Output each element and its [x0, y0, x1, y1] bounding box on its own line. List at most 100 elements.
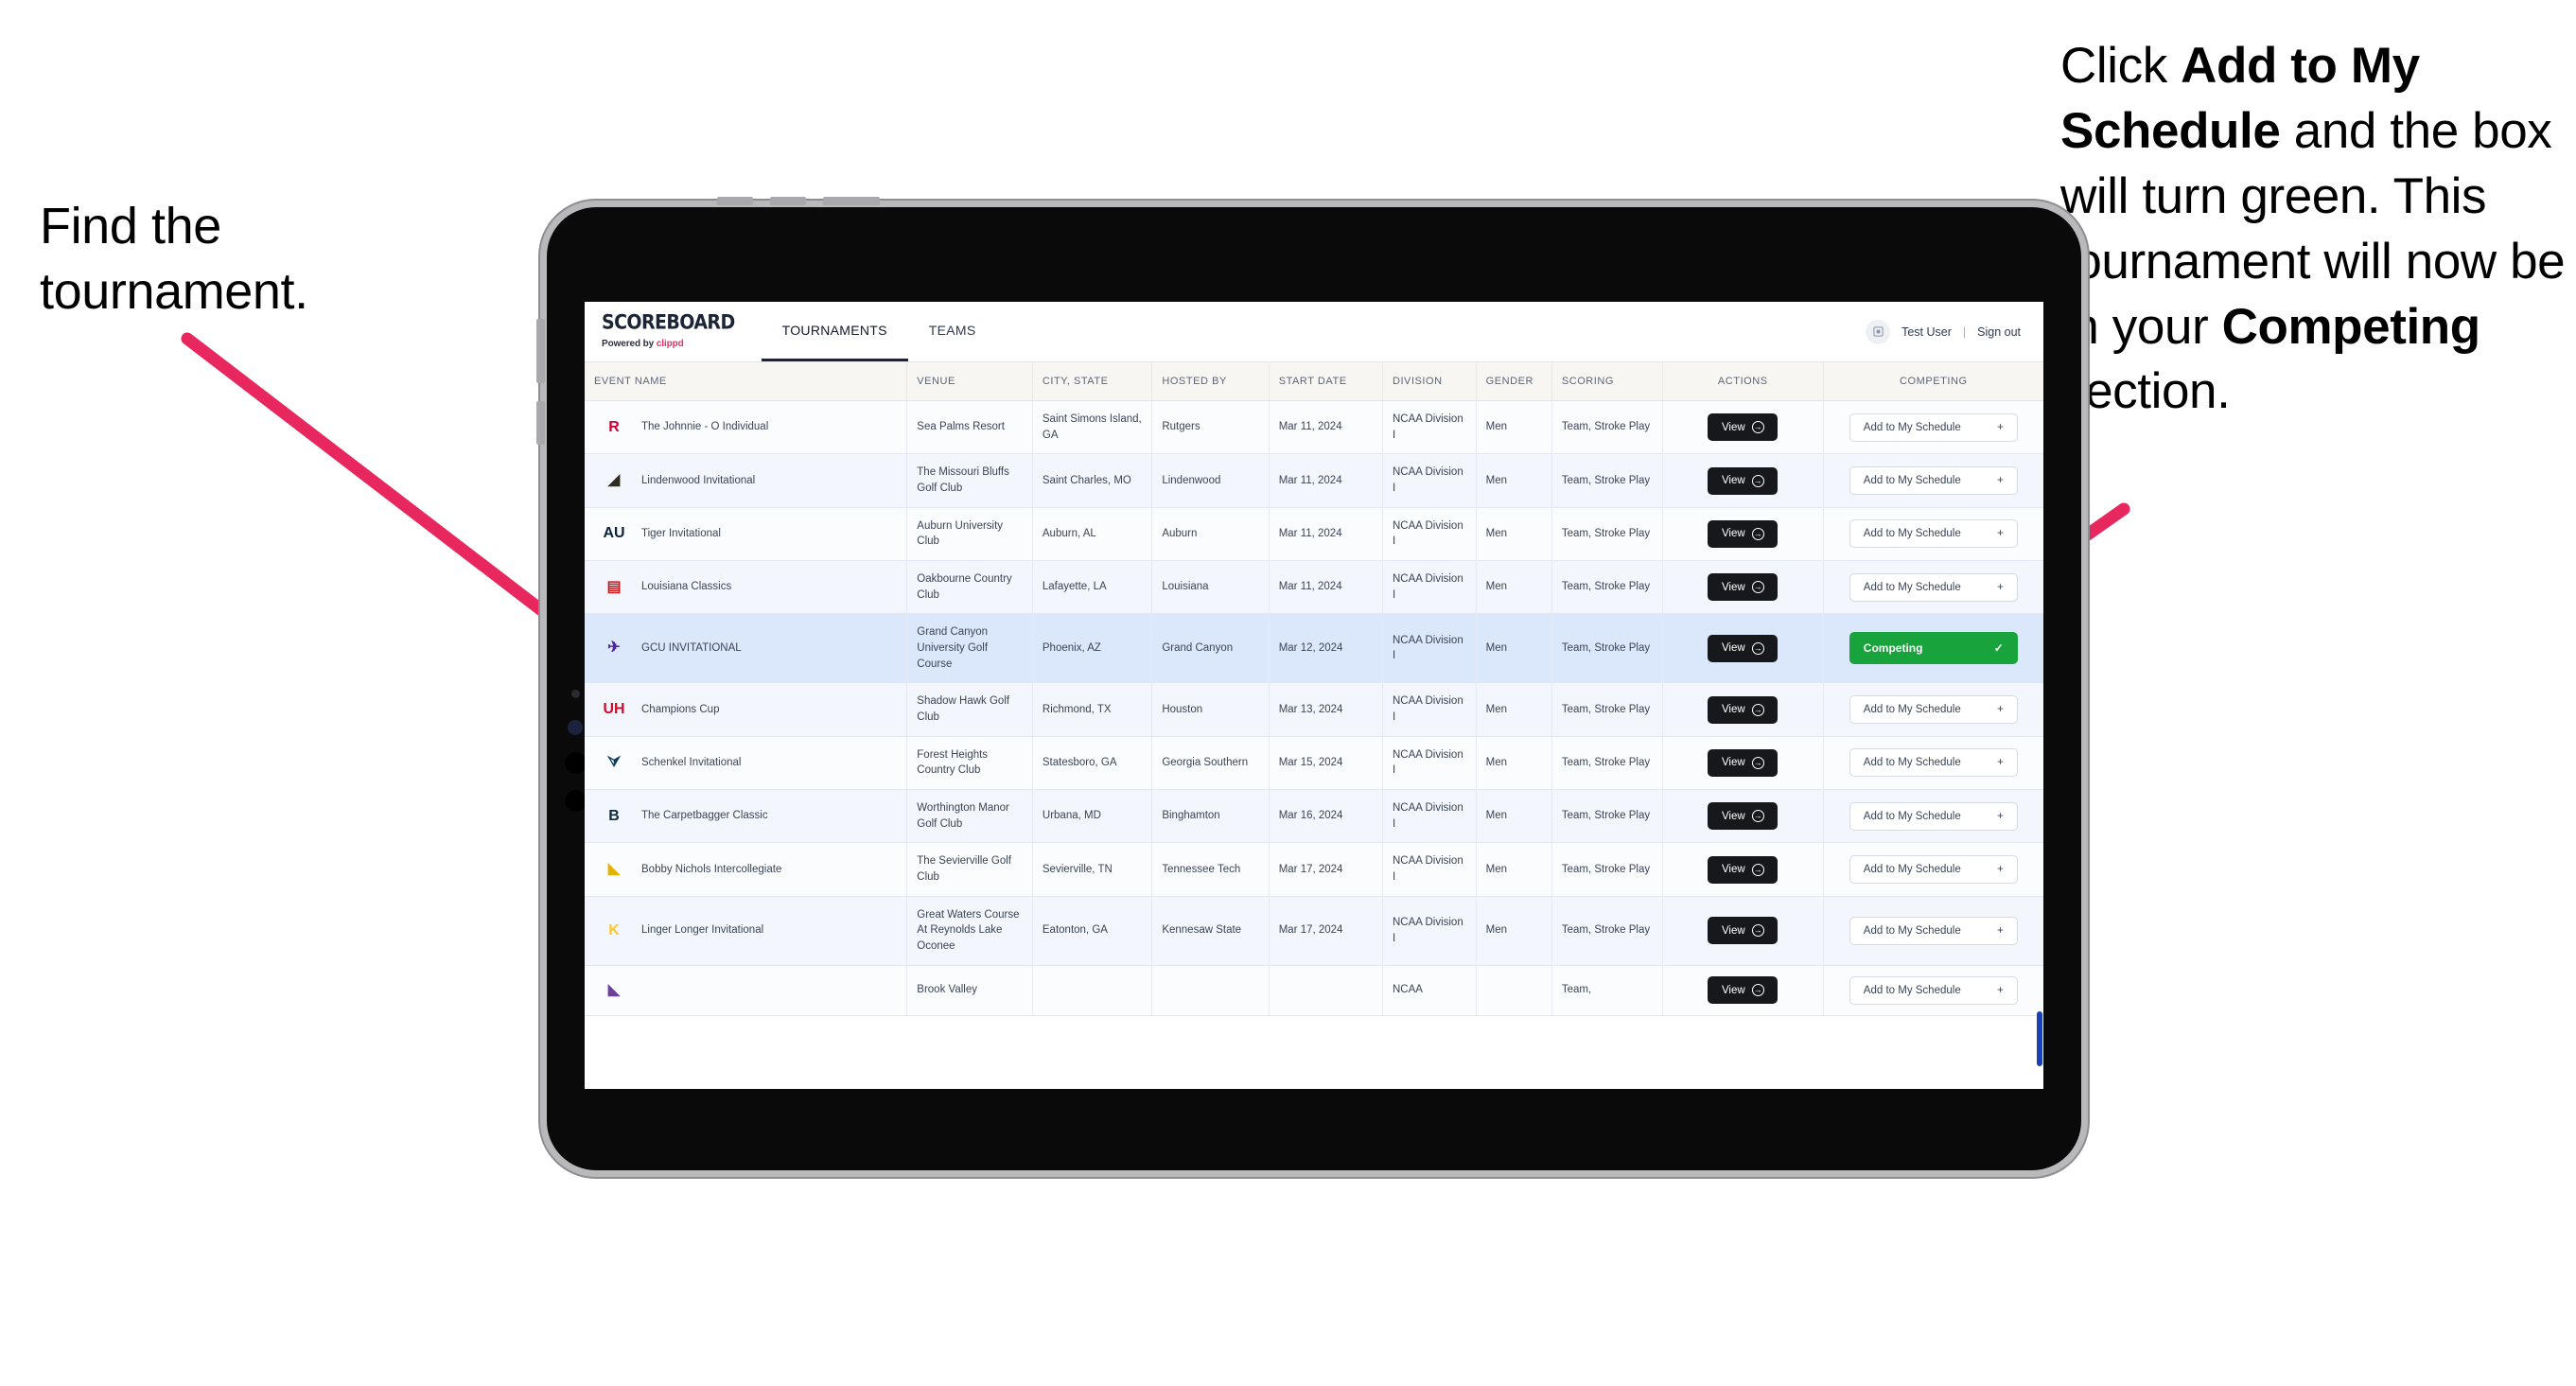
view-label: View [1721, 757, 1745, 769]
plus-icon: + [1997, 581, 2004, 593]
brand-powered-name: clippd [656, 339, 684, 349]
view-button[interactable]: View → [1708, 917, 1779, 945]
tablet-speaker-hole-1 [565, 752, 587, 774]
tab-tournaments[interactable]: TOURNAMENTS [761, 302, 908, 361]
table-row[interactable]: ◣ Bobby Nichols Intercollegiate The Sevi… [585, 842, 2043, 897]
cell-hosted-by: Rutgers [1151, 400, 1270, 455]
col-gender[interactable]: GENDER [1476, 362, 1552, 401]
tablet-device: SCOREBOARD Powered by clippd TOURNAMENTS… [536, 197, 2081, 1170]
team-logo-icon: ◣ [607, 981, 621, 998]
add-to-my-schedule-button[interactable]: Add to My Schedule + [1849, 572, 2018, 602]
cell-start-date: Mar 15, 2024 [1269, 736, 1383, 791]
cell-venue: Auburn University Club [906, 507, 1033, 562]
tablet-volume-up-button[interactable] [536, 319, 545, 383]
add-to-my-schedule-button[interactable]: Add to My Schedule + [1849, 975, 2018, 1005]
user-badge-icon[interactable] [1866, 319, 1891, 344]
event-name-text: Bobby Nichols Intercollegiate [641, 863, 782, 875]
cell-actions: View → [1662, 453, 1824, 508]
cell-competing: Add to My Schedule + [1823, 896, 2043, 966]
col-venue[interactable]: VENUE [906, 362, 1033, 401]
table-row[interactable]: AU Tiger Invitational Auburn University … [585, 507, 2043, 562]
cell-start-date [1269, 965, 1383, 1016]
competing-button[interactable]: Competing ✓ [1849, 632, 2018, 665]
view-button[interactable]: View → [1708, 748, 1779, 777]
view-button[interactable]: View → [1708, 634, 1779, 662]
add-to-my-schedule-button[interactable]: Add to My Schedule + [1849, 466, 2018, 496]
cell-hosted-by: Binghamton [1151, 789, 1270, 844]
view-button[interactable]: View → [1708, 695, 1779, 724]
cell-start-date: Mar 11, 2024 [1269, 560, 1383, 615]
add-to-my-schedule-button[interactable]: Add to My Schedule + [1849, 412, 2018, 442]
view-button[interactable]: View → [1708, 466, 1779, 495]
col-hosted-by[interactable]: HOSTED BY [1151, 362, 1270, 401]
team-logo-icon: UH [603, 701, 625, 718]
cell-gender: Men [1476, 842, 1552, 897]
table-row[interactable]: ◣ Brook Valley NCAA Team, View → Add to … [585, 965, 2043, 1016]
table-row[interactable]: K Linger Longer Invitational Great Water… [585, 896, 2043, 966]
arrow-right-circle-icon: → [1751, 756, 1764, 769]
view-button[interactable]: View → [1708, 519, 1779, 548]
table-row[interactable]: ✈ GCU INVITATIONAL Grand Canyon Universi… [585, 613, 2043, 684]
add-to-my-schedule-button[interactable]: Add to My Schedule + [1849, 801, 2018, 831]
cell-division: NCAA Division I [1382, 507, 1477, 562]
sign-out-link[interactable]: Sign out [1977, 325, 2021, 339]
cell-city-state: Eatonton, GA [1032, 896, 1153, 966]
cell-division: NCAA Division I [1382, 453, 1477, 508]
team-logo-icon: R [608, 418, 620, 435]
vertical-scrollbar[interactable] [2037, 1011, 2042, 1066]
col-start-date[interactable]: START DATE [1269, 362, 1383, 401]
add-to-my-schedule-button[interactable]: Add to My Schedule + [1849, 695, 2018, 725]
view-button[interactable]: View → [1708, 976, 1779, 1005]
arrow-right-circle-icon: → [1751, 527, 1764, 540]
cell-division: NCAA Division I [1382, 560, 1477, 615]
tablet-power-button[interactable] [823, 197, 880, 205]
annotation-left-line2: tournament. [40, 263, 308, 321]
col-city-state[interactable]: CITY, STATE [1032, 362, 1153, 401]
add-to-my-schedule-button[interactable]: Add to My Schedule + [1849, 855, 2018, 885]
cell-gender: Men [1476, 453, 1552, 508]
table-row[interactable]: ⮛ Schenkel Invitational Forest Heights C… [585, 736, 2043, 791]
cell-event-name: ◣ [585, 965, 908, 1016]
cell-gender: Men [1476, 896, 1552, 966]
cell-event-name: R The Johnnie - O Individual [585, 400, 908, 455]
event-name-text: The Johnnie - O Individual [641, 421, 769, 433]
table-row[interactable]: ▤ Louisiana Classics Oakbourne Country C… [585, 560, 2043, 615]
tab-teams[interactable]: TEAMS [908, 302, 997, 361]
tab-tournaments-label: TOURNAMENTS [781, 323, 887, 338]
add-to-my-schedule-button[interactable]: Add to My Schedule + [1849, 748, 2018, 778]
tournaments-table: EVENT NAME VENUE CITY, STATE HOSTED BY S… [585, 362, 2043, 1016]
tablet-top-button-2[interactable] [770, 197, 806, 205]
table-row[interactable]: ◢ Lindenwood Invitational The Missouri B… [585, 453, 2043, 508]
add-to-my-schedule-button[interactable]: Add to My Schedule + [1849, 916, 2018, 945]
plus-icon: + [1997, 810, 2004, 822]
col-scoring[interactable]: SCORING [1551, 362, 1664, 401]
col-division[interactable]: DIVISION [1382, 362, 1477, 401]
view-button[interactable]: View → [1708, 413, 1779, 442]
cell-venue: Shadow Hawk Golf Club [906, 682, 1033, 737]
table-row[interactable]: UH Champions Cup Shadow Hawk Golf Club R… [585, 682, 2043, 737]
cell-event-name: UH Champions Cup [585, 682, 908, 737]
tablet-camera-lens [568, 720, 583, 735]
brand-logo[interactable]: SCOREBOARD Powered by clippd [585, 302, 754, 361]
view-button[interactable]: View → [1708, 802, 1779, 831]
cell-competing: Add to My Schedule + [1823, 965, 2043, 1016]
view-button[interactable]: View → [1708, 573, 1779, 602]
cell-division: NCAA Division I [1382, 896, 1477, 966]
cell-competing: Add to My Schedule + [1823, 736, 2043, 791]
col-event-name[interactable]: EVENT NAME [585, 362, 908, 401]
event-name-text: Tiger Invitational [641, 528, 721, 540]
user-name[interactable]: Test User [1901, 325, 1952, 339]
cell-competing: Add to My Schedule + [1823, 842, 2043, 897]
col-actions: ACTIONS [1662, 362, 1824, 401]
table-row[interactable]: B The Carpetbagger Classic Worthington M… [585, 789, 2043, 844]
view-label: View [1721, 528, 1745, 540]
event-name-text: Lindenwood Invitational [641, 474, 756, 486]
view-button[interactable]: View → [1708, 855, 1779, 884]
team-logo-icon: ◢ [607, 472, 621, 489]
table-row[interactable]: R The Johnnie - O Individual Sea Palms R… [585, 400, 2043, 455]
arrow-right-circle-icon: → [1751, 474, 1764, 487]
tablet-top-button-1[interactable] [717, 197, 753, 205]
add-to-my-schedule-button[interactable]: Add to My Schedule + [1849, 519, 2018, 549]
tablet-volume-down-button[interactable] [536, 401, 545, 445]
annotation-right-seg3: section. [2060, 363, 2231, 420]
